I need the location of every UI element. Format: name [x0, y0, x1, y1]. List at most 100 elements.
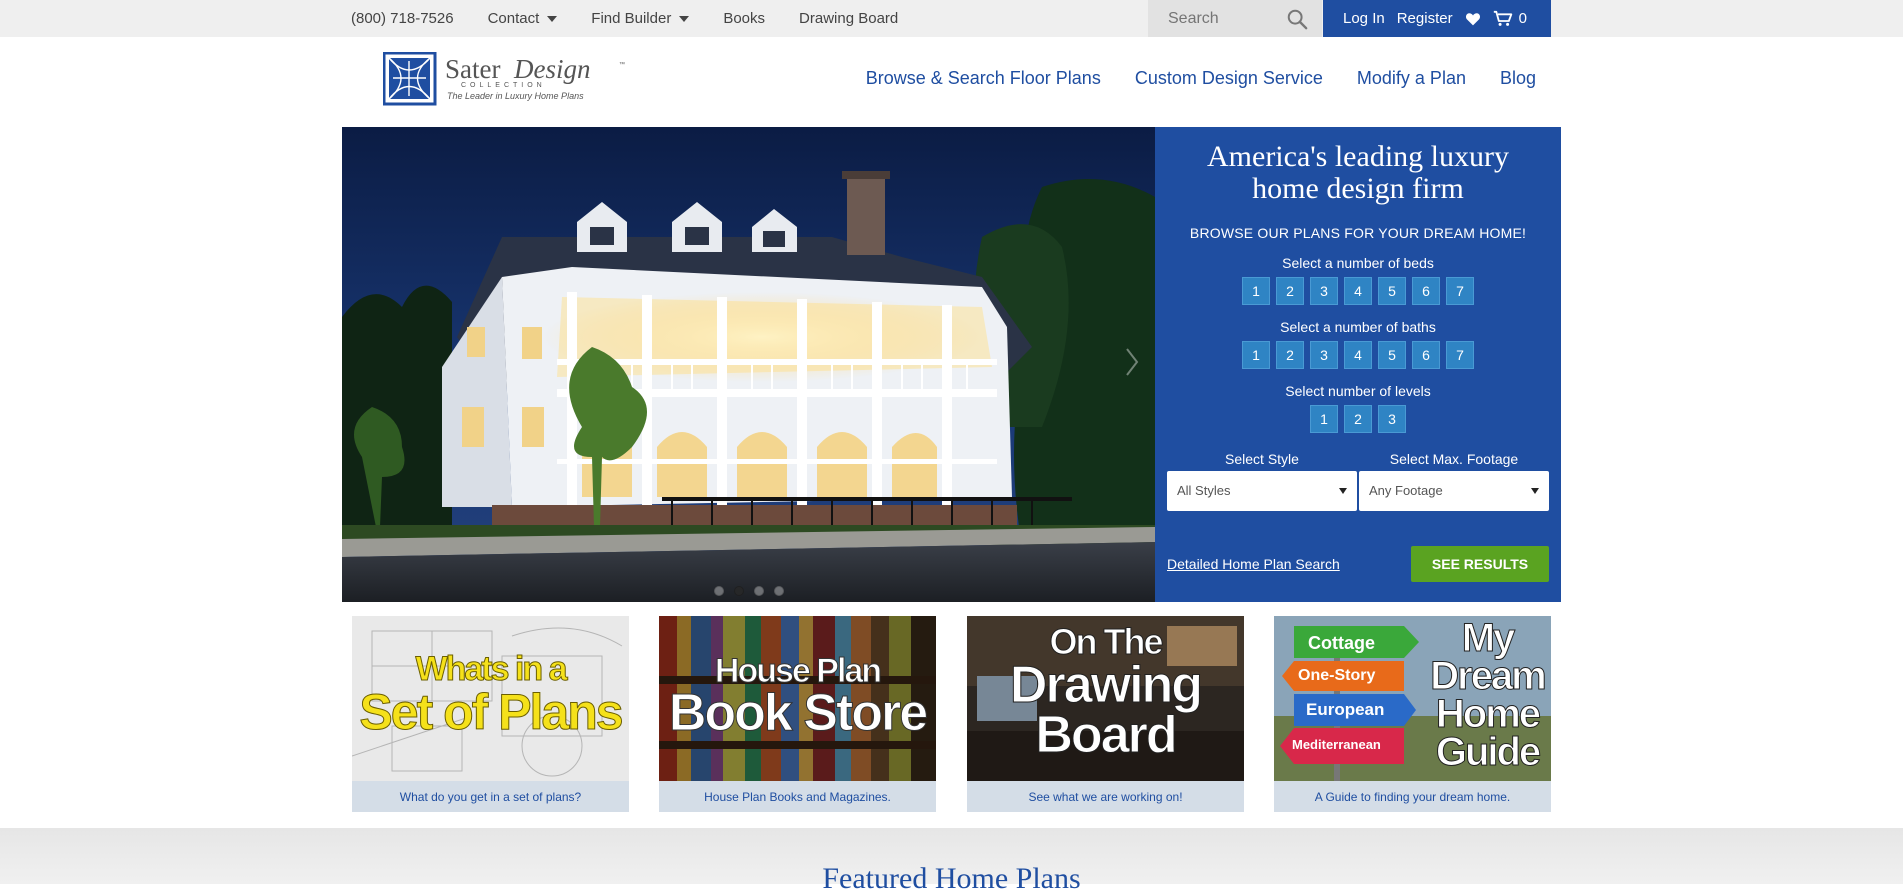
drawing-board-link[interactable]: Drawing Board	[799, 10, 898, 27]
tile-title-line-2: Set of Plans	[359, 684, 624, 740]
levels-option[interactable]: 3	[1378, 405, 1406, 433]
slider-dot[interactable]	[754, 586, 764, 596]
plan-search-panel: America's leading luxury home design firm…	[1155, 127, 1561, 602]
search-box	[1148, 0, 1322, 37]
baths-option[interactable]: 5	[1378, 341, 1406, 369]
beds-option[interactable]: 6	[1412, 277, 1440, 305]
beds-option[interactable]: 1	[1242, 277, 1270, 305]
tile-title-line-1: My	[1461, 616, 1516, 660]
cart-icon[interactable]	[1493, 10, 1513, 27]
main-navigation: Browse & Search Floor Plans Custom Desig…	[832, 68, 1536, 89]
beds-option[interactable]: 2	[1276, 277, 1304, 305]
tile-caption: What do you get in a set of plans?	[352, 781, 629, 812]
panel-headline: America's leading luxury home design firm	[1155, 141, 1561, 205]
hero-house-image	[342, 127, 1155, 602]
baths-selector: 1 2 3 4 5 6 7	[1155, 341, 1561, 369]
contact-label: Contact	[487, 10, 540, 27]
nav-browse-floor-plans[interactable]: Browse & Search Floor Plans	[866, 68, 1101, 89]
sign-label: Cottage	[1308, 633, 1375, 653]
headline-line-1: America's leading luxury	[1207, 140, 1509, 173]
beds-option[interactable]: 5	[1378, 277, 1406, 305]
levels-option[interactable]: 1	[1310, 405, 1338, 433]
baths-label: Select a number of baths	[1280, 319, 1436, 335]
style-dropdown[interactable]: All Styles	[1167, 471, 1357, 511]
featured-section: Featured Home Plans	[0, 828, 1903, 895]
baths-option[interactable]: 3	[1310, 341, 1338, 369]
search-icon[interactable]	[1286, 8, 1308, 30]
baths-option[interactable]: 6	[1412, 341, 1440, 369]
detailed-search-link[interactable]: Detailed Home Plan Search	[1167, 556, 1340, 572]
footage-dropdown[interactable]: Any Footage	[1359, 471, 1549, 511]
tile-set-of-plans[interactable]: Whats in a Set of Plans What do you get …	[352, 616, 629, 812]
svg-text:™: ™	[619, 61, 625, 68]
nav-blog[interactable]: Blog	[1500, 68, 1536, 89]
tile-caption: House Plan Books and Magazines.	[659, 781, 936, 812]
see-results-button[interactable]: SEE RESULTS	[1411, 546, 1549, 582]
top-utility-bar: (800) 718-7526 Contact Find Builder Book…	[0, 0, 1903, 37]
caret-down-icon	[679, 15, 690, 22]
tile-image: House Plan Book Store	[659, 616, 936, 781]
slider-dots	[714, 586, 794, 596]
sign-label: Mediterranean	[1292, 737, 1381, 752]
logo-sater-text: Sater	[445, 54, 500, 84]
footage-label: Select Max. Footage	[1389, 451, 1519, 467]
baths-option[interactable]: 1	[1242, 341, 1270, 369]
books-link[interactable]: Books	[723, 10, 765, 27]
tile-title-line-1: House Plan	[714, 652, 882, 690]
login-link[interactable]: Log In	[1343, 10, 1385, 27]
cart-count[interactable]: 0	[1519, 10, 1527, 27]
baths-option[interactable]: 4	[1344, 341, 1372, 369]
slider-dot[interactable]	[714, 586, 724, 596]
beds-option[interactable]: 4	[1344, 277, 1372, 305]
sign-label: European	[1306, 700, 1385, 719]
levels-option[interactable]: 2	[1344, 405, 1372, 433]
tile-title-line-2: Dream	[1430, 654, 1548, 698]
tile-dream-home-guide[interactable]: Cottage One-Story European Mediterranean…	[1274, 616, 1551, 812]
featured-title: Featured Home Plans	[822, 862, 1081, 895]
beds-option[interactable]: 3	[1310, 277, 1338, 305]
nav-modify-a-plan[interactable]: Modify a Plan	[1357, 68, 1466, 89]
tile-image: Cottage One-Story European Mediterranean…	[1274, 616, 1551, 781]
tile-title-line-4: Guide	[1435, 730, 1541, 774]
hero-slider[interactable]	[342, 127, 1155, 602]
style-value: All Styles	[1177, 483, 1231, 498]
tile-book-store[interactable]: House Plan Book Store House Plan Books a…	[659, 616, 936, 812]
chevron-right-icon[interactable]	[1125, 347, 1139, 377]
levels-label: Select number of levels	[1285, 383, 1431, 399]
beds-option[interactable]: 7	[1446, 277, 1474, 305]
phone-number[interactable]: (800) 718-7526	[351, 10, 454, 27]
logo-collection-text: COLLECTION	[461, 82, 546, 89]
tile-title-line-3: Home	[1435, 692, 1541, 736]
register-link[interactable]: Register	[1397, 10, 1453, 27]
logo-tagline: The Leader in Luxury Home Plans	[447, 91, 584, 101]
top-utility-links: (800) 718-7526 Contact Find Builder Book…	[351, 0, 932, 37]
sater-design-logo[interactable]: Sater Design ™ COLLECTION The Leader in …	[383, 52, 628, 106]
footage-value: Any Footage	[1369, 483, 1443, 498]
nav-custom-design-service[interactable]: Custom Design Service	[1135, 68, 1323, 89]
find-builder-menu[interactable]: Find Builder	[591, 10, 690, 27]
sign-label: One-Story	[1298, 667, 1376, 684]
tile-title-line-1: On The	[1049, 621, 1164, 662]
tile-caption: See what we are working on!	[967, 781, 1244, 812]
tile-title-line-2: Book Store	[668, 684, 928, 742]
baths-option[interactable]: 7	[1446, 341, 1474, 369]
tile-title-line-1: Whats in a	[415, 650, 568, 688]
logo-design-text: Design	[513, 54, 591, 84]
levels-selector: 1 2 3	[1155, 405, 1561, 433]
tile-drawing-board[interactable]: On The Drawing Board See what we are wor…	[967, 616, 1244, 812]
search-input[interactable]	[1168, 9, 1283, 28]
panel-footer: Detailed Home Plan Search SEE RESULTS	[1167, 546, 1549, 582]
find-builder-label: Find Builder	[591, 10, 672, 27]
panel-subhead: BROWSE OUR PLANS FOR YOUR DREAM HOME!	[1189, 225, 1527, 241]
beds-label: Select a number of beds	[1282, 255, 1434, 271]
slider-dot[interactable]	[734, 586, 744, 596]
contact-menu[interactable]: Contact	[488, 10, 558, 27]
tile-title-line-3: Board	[1035, 706, 1178, 764]
tile-title-line-2: Drawing	[1009, 656, 1203, 714]
headline-line-2: home design firm	[1252, 172, 1464, 205]
tile-image: Whats in a Set of Plans	[352, 616, 629, 781]
beds-selector: 1 2 3 4 5 6 7	[1155, 277, 1561, 305]
baths-option[interactable]: 2	[1276, 341, 1304, 369]
heart-icon[interactable]	[1465, 12, 1481, 26]
slider-dot[interactable]	[774, 586, 784, 596]
